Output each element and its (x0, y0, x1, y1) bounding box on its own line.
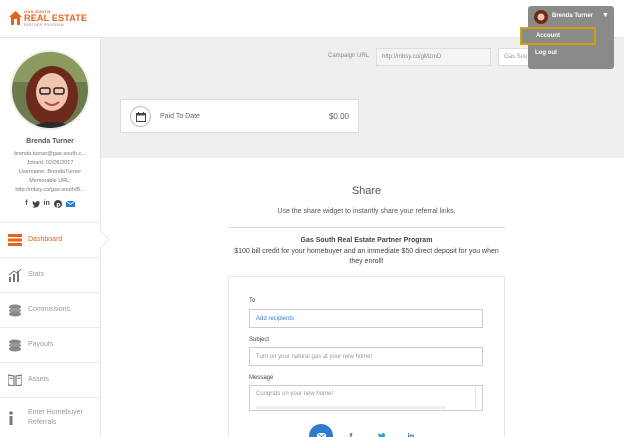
house-icon (9, 11, 22, 25)
facebook-icon: f (349, 431, 353, 437)
program-description: $100 bill credit for your homebuyer and … (234, 248, 499, 265)
email-icon (316, 432, 326, 437)
share-buttons: f in (309, 424, 429, 437)
profile-memorable-url[interactable]: http://mbsy.co/gas-south/B... (0, 187, 100, 193)
sidebar-item-label: Assets (28, 376, 50, 383)
sidebar: Brenda Turner brenda.turner@gas-south.c.… (0, 38, 110, 437)
paid-to-date-card: Paid To Date $0.00 (120, 99, 359, 133)
share-facebook-button[interactable]: f (339, 424, 363, 437)
share-twitter-button[interactable] (369, 424, 393, 437)
textarea-scrollbar[interactable] (475, 387, 481, 409)
subject-input[interactable]: Turn on your natural gas at your new hom… (249, 347, 483, 366)
brand-sub-text: PARTNER PROGRAM (24, 23, 64, 27)
profile-email: brenda.turner@gas-south.c... (14, 151, 86, 157)
sidebar-item-label: Stats (28, 271, 44, 278)
profile-name: Brenda Turner (26, 138, 74, 145)
campaign-url-label: Campaign URL (328, 53, 370, 59)
message-text-overflow (256, 406, 446, 409)
sidebar-item-dashboard[interactable]: Dashboard (0, 222, 110, 257)
twitter-icon[interactable] (31, 200, 40, 208)
active-indicator (91, 230, 110, 249)
profile-memorable-label: Memorable URL: (29, 178, 71, 184)
paid-to-date-label: Paid To Date (160, 113, 200, 120)
share-subtitle: Use the share widget to instantly share … (277, 208, 456, 215)
message-label: Message (249, 375, 274, 381)
paid-to-date-value: $0.00 (328, 112, 349, 121)
calendar-icon (130, 106, 151, 127)
share-email-button[interactable] (309, 424, 333, 437)
sidebar-item-assets[interactable]: Assets (0, 362, 100, 397)
profile-username: Username: BrendaTurner (18, 169, 82, 175)
email-icon[interactable] (65, 200, 75, 208)
divider (228, 227, 505, 228)
share-title: Share (351, 185, 382, 197)
sidebar-item-enter-homebuyer-referrals[interactable]: Enter Homebuyer Referrals (0, 397, 100, 437)
program-title: Gas South Real Estate Partner Program (300, 237, 433, 244)
brand-logo[interactable]: GAS SOUTH REAL ESTATE PARTNER PROGRAM (9, 9, 87, 29)
sidebar-item-label: Enter Homebuyer Referrals (28, 408, 83, 426)
payouts-icon (9, 339, 21, 351)
profile-avatar (10, 50, 90, 130)
sidebar-item-commissions[interactable]: Commissions (0, 292, 100, 327)
to-label: To (249, 298, 256, 304)
sidebar-item-label: Commissions (28, 306, 71, 313)
user-avatar[interactable] (534, 10, 548, 24)
subject-label: Subject (249, 337, 270, 343)
profile-social-links: f in p (0, 200, 100, 208)
facebook-icon[interactable]: f (25, 200, 27, 208)
chevron-down-icon[interactable]: ▼ (602, 12, 609, 19)
recipients-input[interactable]: Add recipients (249, 309, 483, 328)
sidebar-item-payouts[interactable]: Payouts (0, 327, 100, 362)
commissions-icon (9, 304, 21, 316)
brand-main-text: REAL ESTATE (24, 13, 88, 23)
linkedin-icon[interactable]: in (44, 200, 50, 208)
linkedin-icon: in (407, 431, 415, 437)
message-textarea[interactable]: Congrats on your new home! (249, 385, 483, 411)
sidebar-item-label: Payouts (28, 341, 54, 348)
share-linkedin-button[interactable]: in (399, 424, 423, 437)
sidebar-item-stats[interactable]: Stats (0, 257, 100, 292)
user-menu-name[interactable]: Brenda Turner (552, 13, 593, 19)
profile-joined: Joined: 02/06/2017 (26, 160, 74, 166)
twitter-icon (377, 432, 385, 437)
pinterest-icon[interactable]: p (53, 200, 62, 208)
menu-item-log-out[interactable]: Log out (535, 50, 557, 56)
dashboard-icon (8, 234, 22, 246)
campaign-url-input[interactable]: http://mbsy.co/gMzmD (376, 48, 491, 66)
sidebar-item-label: Dashboard (28, 236, 63, 243)
assets-icon (8, 374, 22, 386)
menu-item-account[interactable]: Account (520, 27, 596, 45)
stats-icon (8, 268, 22, 282)
svg-text:p: p (56, 201, 61, 208)
info-icon (9, 410, 13, 425)
message-text: Congrats on your new home! (256, 391, 334, 397)
